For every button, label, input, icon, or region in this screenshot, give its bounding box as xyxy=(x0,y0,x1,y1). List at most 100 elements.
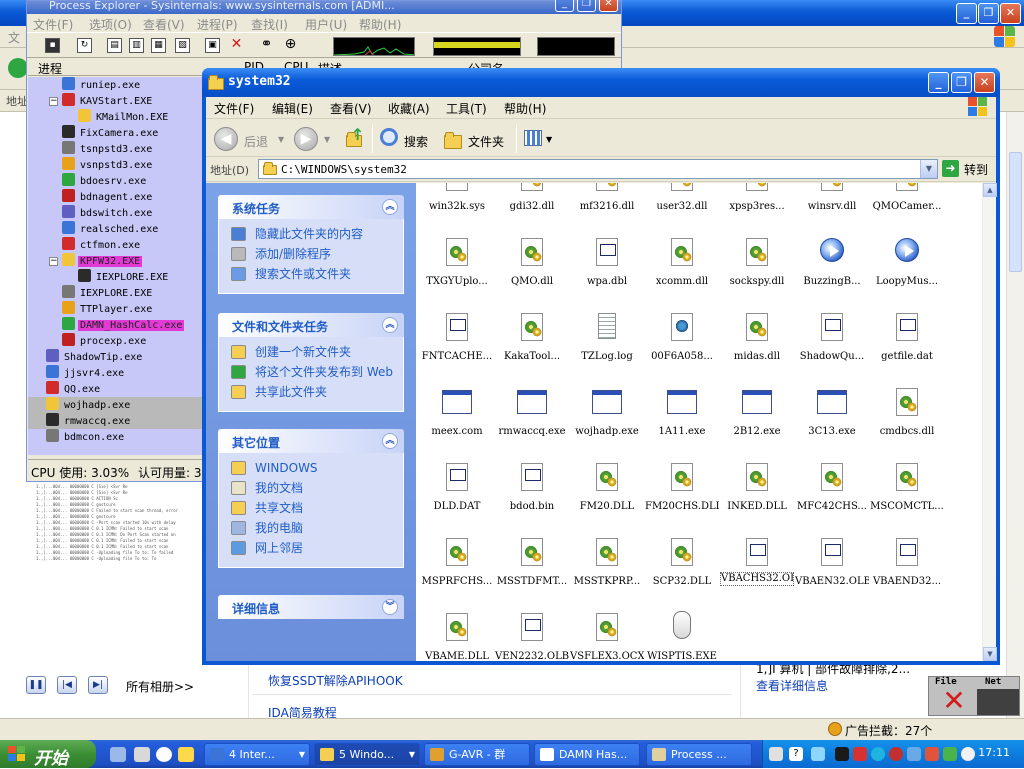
task-group-header[interactable]: 系统任务 ︽ xyxy=(218,195,404,219)
file-item[interactable]: MSCOMCTL... xyxy=(870,453,944,523)
back-button[interactable]: 后退 xyxy=(244,133,268,150)
task-group-header[interactable]: 文件和文件夹任务 ︽ xyxy=(218,313,404,337)
menu-favorites[interactable]: 收藏(A) xyxy=(388,100,430,117)
explorer-close-button[interactable]: ✕ xyxy=(974,72,995,93)
quicklaunch-messenger-icon[interactable] xyxy=(156,747,172,762)
views-icon[interactable] xyxy=(524,130,542,146)
taskbar-button[interactable]: Process ... xyxy=(646,743,752,766)
target-icon[interactable]: ⊕ xyxy=(283,37,298,53)
pause-button[interactable]: ❚❚ xyxy=(26,676,46,694)
file-item[interactable]: VBAME.DLL xyxy=(420,603,494,661)
taskbar-button[interactable]: G-AVR - 群 xyxy=(424,743,530,766)
task-link[interactable]: 将这个文件夹发布到 Web xyxy=(231,365,403,381)
explorer-title-bar[interactable]: system32 xyxy=(202,68,1000,97)
process-tree-list[interactable]: runiep.exe KAVStart.EXE − KMailMon.EXE FixCa… xyxy=(28,77,228,455)
previous-button[interactable]: |◀ xyxy=(57,676,77,694)
process-row[interactable]: ShadowTip.exe xyxy=(46,349,228,365)
menu-tools[interactable]: 工具(T) xyxy=(446,100,487,117)
scroll-down-icon[interactable]: ▼ xyxy=(983,647,997,661)
task-link[interactable]: 共享文档 xyxy=(231,501,403,517)
menu-view[interactable]: 查看(V) xyxy=(330,100,372,117)
task-link[interactable]: 共享此文件夹 xyxy=(231,385,403,401)
file-item[interactable]: TXGYUplo... xyxy=(420,228,494,298)
process-row[interactable]: jjsvr4.exe xyxy=(46,365,228,381)
menu-help[interactable]: 帮助(H) xyxy=(504,100,546,117)
show-tree-icon[interactable]: ▥ xyxy=(129,38,144,53)
group-dropdown-icon[interactable]: ▼ xyxy=(299,744,305,765)
file-item[interactable]: meex.com xyxy=(420,378,494,448)
file-item[interactable]: cmdbcs.dll xyxy=(870,378,944,448)
file-item[interactable]: VBACHS32.OLB xyxy=(720,528,794,598)
scroll-up-icon[interactable]: ▲ xyxy=(983,183,997,197)
pe-close-button[interactable]: ✕ xyxy=(599,0,618,12)
keyboard-icon[interactable] xyxy=(769,747,783,761)
file-icon-view[interactable]: win32k.sys gdi32.dll mf3216.dll user32.dll x… xyxy=(416,183,982,661)
file-item[interactable]: MSSTDFMT... xyxy=(495,528,569,598)
task-group-header[interactable]: 其它位置 ︽ xyxy=(218,429,404,453)
task-group-header[interactable]: 详细信息 ︾ xyxy=(218,595,404,619)
search-button[interactable]: 搜索 xyxy=(404,133,428,150)
file-item[interactable]: KakaTool... xyxy=(495,303,569,373)
save-icon[interactable]: ▪ xyxy=(45,38,60,53)
file-item[interactable]: sockspy.dll xyxy=(720,228,794,298)
task-link[interactable]: 网上邻居 xyxy=(231,541,403,557)
tray-app-icon[interactable] xyxy=(943,747,957,761)
file-item[interactable]: midas.dll xyxy=(720,303,794,373)
bg-close-button[interactable]: ✕ xyxy=(1000,3,1021,24)
antivirus-icon[interactable] xyxy=(853,747,867,761)
file-item[interactable]: 00F6A058... xyxy=(645,303,719,373)
cpu-graph[interactable] xyxy=(333,37,415,56)
details-link[interactable]: 查看详细信息 xyxy=(756,677,828,694)
forward-dropdown-icon[interactable]: ▼ xyxy=(324,135,330,144)
file-item[interactable]: MFC42CHS... xyxy=(795,453,869,523)
folders-button[interactable]: 文件夹 xyxy=(468,133,504,150)
tray-app-icon[interactable] xyxy=(925,747,939,761)
quicklaunch-media-icon[interactable] xyxy=(134,747,150,762)
task-link[interactable]: WINDOWS xyxy=(231,461,403,477)
address-dropdown-icon[interactable]: ▼ xyxy=(920,160,937,178)
tree-collapse-icon[interactable]: − xyxy=(49,97,58,106)
process-row[interactable]: wojhadp.exe xyxy=(28,397,228,413)
bg-scroll-thumb[interactable] xyxy=(1009,152,1022,272)
file-item[interactable]: rmwaccq.exe xyxy=(495,378,569,448)
file-item[interactable]: VSFLEX3.OCX xyxy=(570,603,644,661)
file-item[interactable]: MSSTKPRP... xyxy=(570,528,644,598)
collapse-chevron-icon[interactable]: ︽ xyxy=(382,317,398,333)
task-link[interactable]: 我的文档 xyxy=(231,481,403,497)
show-lower-pane-icon[interactable]: ▦ xyxy=(151,38,166,53)
process-row[interactable]: QQ.exe xyxy=(46,381,228,397)
collapse-chevron-icon[interactable]: ︽ xyxy=(382,433,398,449)
background-scrollbar[interactable] xyxy=(1006,112,1024,722)
file-item[interactable]: mf3216.dll xyxy=(570,183,644,223)
collapse-chevron-icon[interactable]: ︽ xyxy=(382,199,398,215)
file-item[interactable]: 2B12.exe xyxy=(720,378,794,448)
file-item[interactable]: FNTCACHE... xyxy=(420,303,494,373)
file-item[interactable]: QMO.dll xyxy=(495,228,569,298)
file-item[interactable]: gdi32.dll xyxy=(495,183,569,223)
address-input[interactable]: C:\WINDOWS\system32 ▼ xyxy=(258,159,938,179)
file-item[interactable]: VBAEN32.OLB xyxy=(795,528,869,598)
expand-chevron-icon[interactable]: ︾ xyxy=(382,599,398,615)
file-item[interactable]: BuzzingB... xyxy=(795,228,869,298)
file-item[interactable]: ShadowQu... xyxy=(795,303,869,373)
bg-minimize-button[interactable]: _ xyxy=(956,3,977,24)
icon-view-scrollbar[interactable]: ▲ ▼ xyxy=(982,183,997,661)
help-icon[interactable]: ? xyxy=(789,747,803,761)
group-dropdown-icon[interactable]: ▼ xyxy=(409,744,415,765)
qq-tray-icon[interactable] xyxy=(871,747,885,761)
file-item[interactable]: wpa.dbl xyxy=(570,228,644,298)
process-row[interactable]: bdmcon.exe xyxy=(46,429,228,445)
file-item[interactable]: xpsp3res... xyxy=(720,183,794,223)
bg-maximize-button[interactable]: ❐ xyxy=(978,3,999,24)
file-item[interactable]: VBAEND32... xyxy=(870,528,944,598)
file-item[interactable]: 3C13.exe xyxy=(795,378,869,448)
column-process[interactable]: 进程 xyxy=(38,60,62,77)
file-item[interactable]: QMOCamer... xyxy=(870,183,944,223)
file-item[interactable]: TZLog.log xyxy=(570,303,644,373)
start-button[interactable]: 开始 xyxy=(0,740,96,769)
network-icon[interactable] xyxy=(811,747,825,761)
commit-graph[interactable] xyxy=(433,37,521,56)
forward-arrow-icon[interactable]: ▶ xyxy=(294,127,318,151)
explorer-minimize-button[interactable]: _ xyxy=(928,72,949,93)
file-item[interactable]: bdod.bin xyxy=(495,453,569,523)
